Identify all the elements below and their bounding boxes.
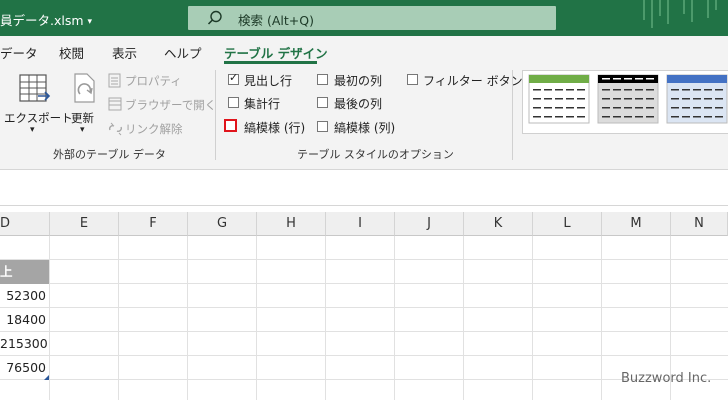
- table-header-cell[interactable]: 上: [0, 260, 49, 284]
- watermark: Buzzword Inc.: [621, 371, 712, 386]
- first-column-checkbox[interactable]: [317, 74, 328, 85]
- export-button[interactable]: エクスポート ▾: [4, 70, 73, 140]
- table-cell[interactable]: 52300: [0, 284, 49, 308]
- file-name[interactable]: 員データ.xlsm ▾: [0, 10, 92, 29]
- open-in-browser-button[interactable]: ブラウザーで開く: [106, 96, 216, 114]
- properties-button[interactable]: プロパティ: [106, 72, 216, 90]
- table-style-swatches: [528, 74, 728, 124]
- filter-button-checkbox[interactable]: [407, 74, 418, 85]
- refresh-label: 更新: [71, 111, 94, 125]
- table-style-swatch[interactable]: [528, 74, 590, 124]
- unlink-button[interactable]: リンク解除: [106, 120, 216, 138]
- grid-line: [0, 259, 728, 260]
- group-label-external-data: 外部のテーブル データ: [53, 148, 166, 161]
- chevron-down-icon: ▾: [87, 17, 93, 27]
- tab-review[interactable]: 校閲: [59, 43, 84, 62]
- filter-button-label: フィルター ボタン: [423, 74, 523, 88]
- decorative-pattern: [643, 0, 717, 28]
- table-cell[interactable]: 18400: [0, 308, 49, 332]
- refresh-dropdown-icon: ▾: [80, 125, 85, 135]
- banded-columns-label: 縞模様 (列): [334, 121, 396, 135]
- grid-line: [0, 379, 728, 380]
- banded-rows-checkbox[interactable]: [224, 119, 237, 132]
- column-header-n[interactable]: N: [671, 212, 728, 236]
- export-label: エクスポート: [4, 111, 73, 125]
- formula-bar-area: [0, 170, 728, 206]
- grid-line: [463, 236, 464, 400]
- banded-columns-checkbox[interactable]: [317, 121, 328, 132]
- grid-line: [394, 236, 395, 400]
- column-header-k[interactable]: K: [464, 212, 533, 236]
- grid-line: [118, 236, 119, 400]
- grid-line: [0, 355, 728, 356]
- grid-line: [256, 236, 257, 400]
- tab-table-design[interactable]: テーブル デザイン: [224, 43, 328, 62]
- table-style-gallery[interactable]: [522, 70, 728, 134]
- export-dropdown-icon: ▾: [30, 125, 35, 135]
- total-row-checkbox[interactable]: [228, 97, 239, 108]
- unlink-icon: [109, 122, 122, 136]
- column-header-e[interactable]: E: [50, 212, 119, 236]
- table-cell[interactable]: 215300: [0, 332, 49, 356]
- grid-line: [325, 236, 326, 400]
- column-header-j[interactable]: J: [395, 212, 464, 236]
- column-header-i[interactable]: I: [326, 212, 395, 236]
- column-header-l[interactable]: L: [533, 212, 602, 236]
- first-column-label: 最初の列: [334, 74, 383, 88]
- worksheet-grid[interactable]: [0, 236, 728, 400]
- header-row-label: 見出し行: [244, 74, 293, 88]
- ribbon: エクスポート ▾ 更新 ▾ プロパティ ブラウザーで開く リンク解除 外部のテー…: [0, 64, 728, 170]
- column-header-m[interactable]: M: [602, 212, 671, 236]
- table-style-swatch[interactable]: [666, 74, 728, 124]
- browser-icon: [108, 97, 122, 111]
- refresh-button[interactable]: 更新 ▾: [68, 70, 102, 140]
- search-icon: [207, 10, 222, 25]
- group-label-style-options: テーブル スタイルのオプション: [297, 148, 454, 161]
- refresh-icon: [74, 73, 95, 103]
- column-header-h[interactable]: H: [257, 212, 326, 236]
- last-column-label: 最後の列: [334, 97, 383, 111]
- ribbon-tabs: データ 校閲 表示 ヘルプ テーブル デザイン: [0, 36, 728, 64]
- grid-line: [187, 236, 188, 400]
- tab-help[interactable]: ヘルプ: [164, 43, 202, 62]
- export-table-icon: [19, 74, 51, 102]
- grid-line: [49, 236, 50, 400]
- grid-line: [601, 236, 602, 400]
- search-box[interactable]: 検索 (Alt+Q): [188, 6, 556, 30]
- table-resize-handle[interactable]: [44, 375, 49, 380]
- last-column-checkbox[interactable]: [317, 97, 328, 108]
- title-bar: 員データ.xlsm ▾ 検索 (Alt+Q): [0, 0, 728, 36]
- properties-icon: [108, 73, 121, 88]
- grid-line: [0, 283, 728, 284]
- tab-view[interactable]: 表示: [112, 43, 137, 62]
- table-style-swatch[interactable]: [597, 74, 659, 124]
- group-separator: [512, 70, 513, 160]
- total-row-label: 集計行: [244, 97, 281, 111]
- open-in-browser-label: ブラウザーで開く: [125, 98, 217, 112]
- header-row-checkbox[interactable]: [228, 71, 239, 85]
- unlink-label: リンク解除: [125, 122, 183, 136]
- grid-line: [0, 331, 728, 332]
- column-header-g[interactable]: G: [188, 212, 257, 236]
- table-cell[interactable]: 76500: [0, 356, 49, 380]
- banded-rows-label: 縞模様 (行): [244, 121, 306, 135]
- column-header-d[interactable]: D: [0, 212, 50, 236]
- grid-line: [0, 307, 728, 308]
- group-separator: [215, 70, 216, 160]
- tab-data[interactable]: データ: [0, 43, 38, 62]
- grid-line: [532, 236, 533, 400]
- search-placeholder: 検索 (Alt+Q): [238, 13, 314, 28]
- file-name-text: 員データ.xlsm: [0, 13, 84, 28]
- column-header-f[interactable]: F: [119, 212, 188, 236]
- properties-label: プロパティ: [125, 74, 182, 88]
